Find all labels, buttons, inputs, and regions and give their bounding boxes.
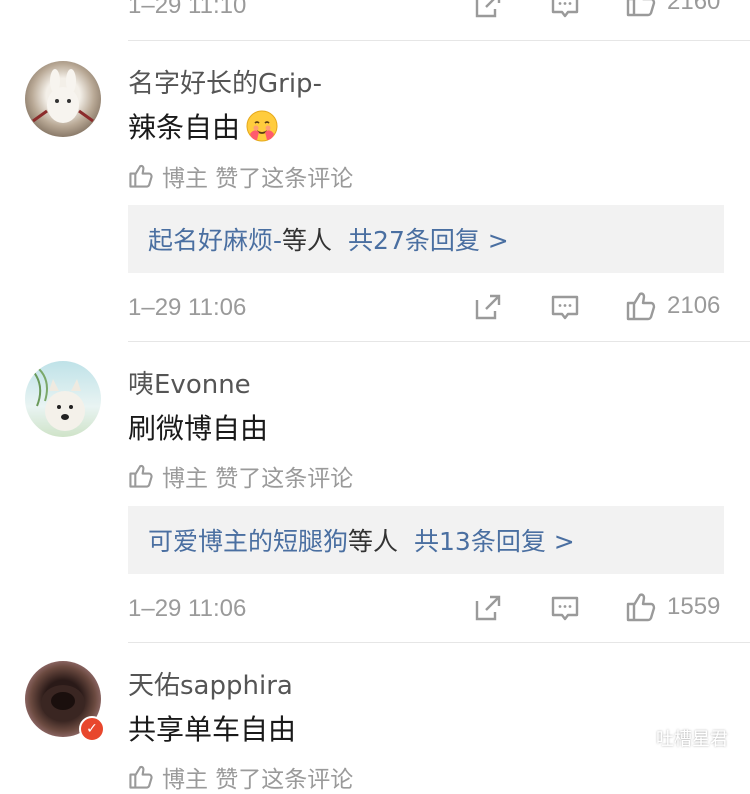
verified-badge-icon: ✓ — [79, 716, 105, 742]
comment-timestamp: 1–29 11:06 — [128, 595, 247, 622]
like-count: 1559 — [667, 593, 721, 620]
like-count: 2106 — [667, 292, 721, 319]
comment-button[interactable] — [550, 292, 580, 322]
watermark: 吐槽星君 — [624, 725, 728, 751]
thumbs-up-icon — [626, 593, 656, 622]
comment-button[interactable] — [550, 0, 580, 20]
author-liked-note: 博主 赞了这条评论 — [128, 459, 353, 493]
comment-icon — [551, 295, 579, 320]
thumbs-up-icon — [129, 765, 153, 789]
share-icon — [475, 294, 501, 320]
wechat-icon — [624, 727, 650, 748]
username[interactable]: 名字好长的Grip- — [128, 63, 322, 100]
thumbs-up-icon — [129, 164, 153, 188]
divider — [128, 642, 750, 643]
reply-names[interactable]: 可爱博主的短腿狗 — [148, 522, 348, 558]
share-icon — [475, 595, 501, 621]
author-liked-label: 博主 赞了这条评论 — [162, 166, 354, 192]
author-liked-note: 博主 赞了这条评论 — [128, 760, 353, 794]
reply-etc: 等人 — [282, 226, 333, 255]
username[interactable]: 咦Evonne — [128, 364, 251, 401]
replies-summary[interactable]: 可爱博主的短腿狗 等人 共13条回复 > — [128, 506, 724, 574]
share-button[interactable] — [473, 0, 503, 20]
comment-timestamp: 1–29 11:10 — [128, 0, 247, 19]
avatar-image — [32, 368, 85, 431]
author-liked-label: 博主 赞了这条评论 — [162, 466, 354, 492]
avatar[interactable] — [25, 361, 101, 437]
comment-icon — [551, 0, 579, 18]
comment-text: 辣条自由 — [128, 106, 280, 146]
avatar[interactable] — [25, 61, 101, 137]
reply-count-link[interactable]: 共13条回复 > — [414, 522, 575, 558]
divider — [128, 40, 750, 41]
like-button[interactable]: 1559 — [625, 591, 720, 623]
like-button[interactable]: 2160 — [625, 0, 720, 18]
watermark-text: 吐槽星君 — [656, 729, 728, 750]
author-liked-label: 博主 赞了这条评论 — [162, 767, 354, 793]
thumbs-up-icon — [626, 292, 656, 321]
avatar-image — [32, 69, 94, 123]
divider — [128, 341, 750, 342]
author-liked-note: 博主 赞了这条评论 — [128, 159, 353, 193]
thumbs-up-icon — [129, 464, 153, 488]
reply-names[interactable]: 起名好麻烦- — [148, 221, 282, 257]
reply-count-link[interactable]: 共27条回复 > — [348, 221, 509, 257]
comment-text-content: 辣条自由 — [128, 111, 241, 144]
comment-button[interactable] — [550, 593, 580, 623]
share-icon — [475, 0, 501, 18]
replies-summary[interactable]: 起名好麻烦- 等人 共27条回复 > — [128, 205, 724, 273]
share-button[interactable] — [473, 593, 503, 623]
comment-timestamp: 1–29 11:06 — [128, 294, 247, 321]
like-count: 2160 — [667, 0, 721, 15]
comment-text: 共享单车自由 — [128, 713, 297, 746]
like-button[interactable]: 2106 — [625, 290, 720, 322]
comment-text: 刷微博自由 — [128, 412, 269, 445]
thumbs-up-icon — [626, 0, 656, 17]
comment-icon — [551, 596, 579, 621]
username[interactable]: 天佑sapphira — [128, 665, 293, 702]
share-button[interactable] — [473, 292, 503, 322]
reply-etc: 等人 — [348, 527, 399, 556]
hugging-face-emoji-icon — [246, 110, 278, 142]
